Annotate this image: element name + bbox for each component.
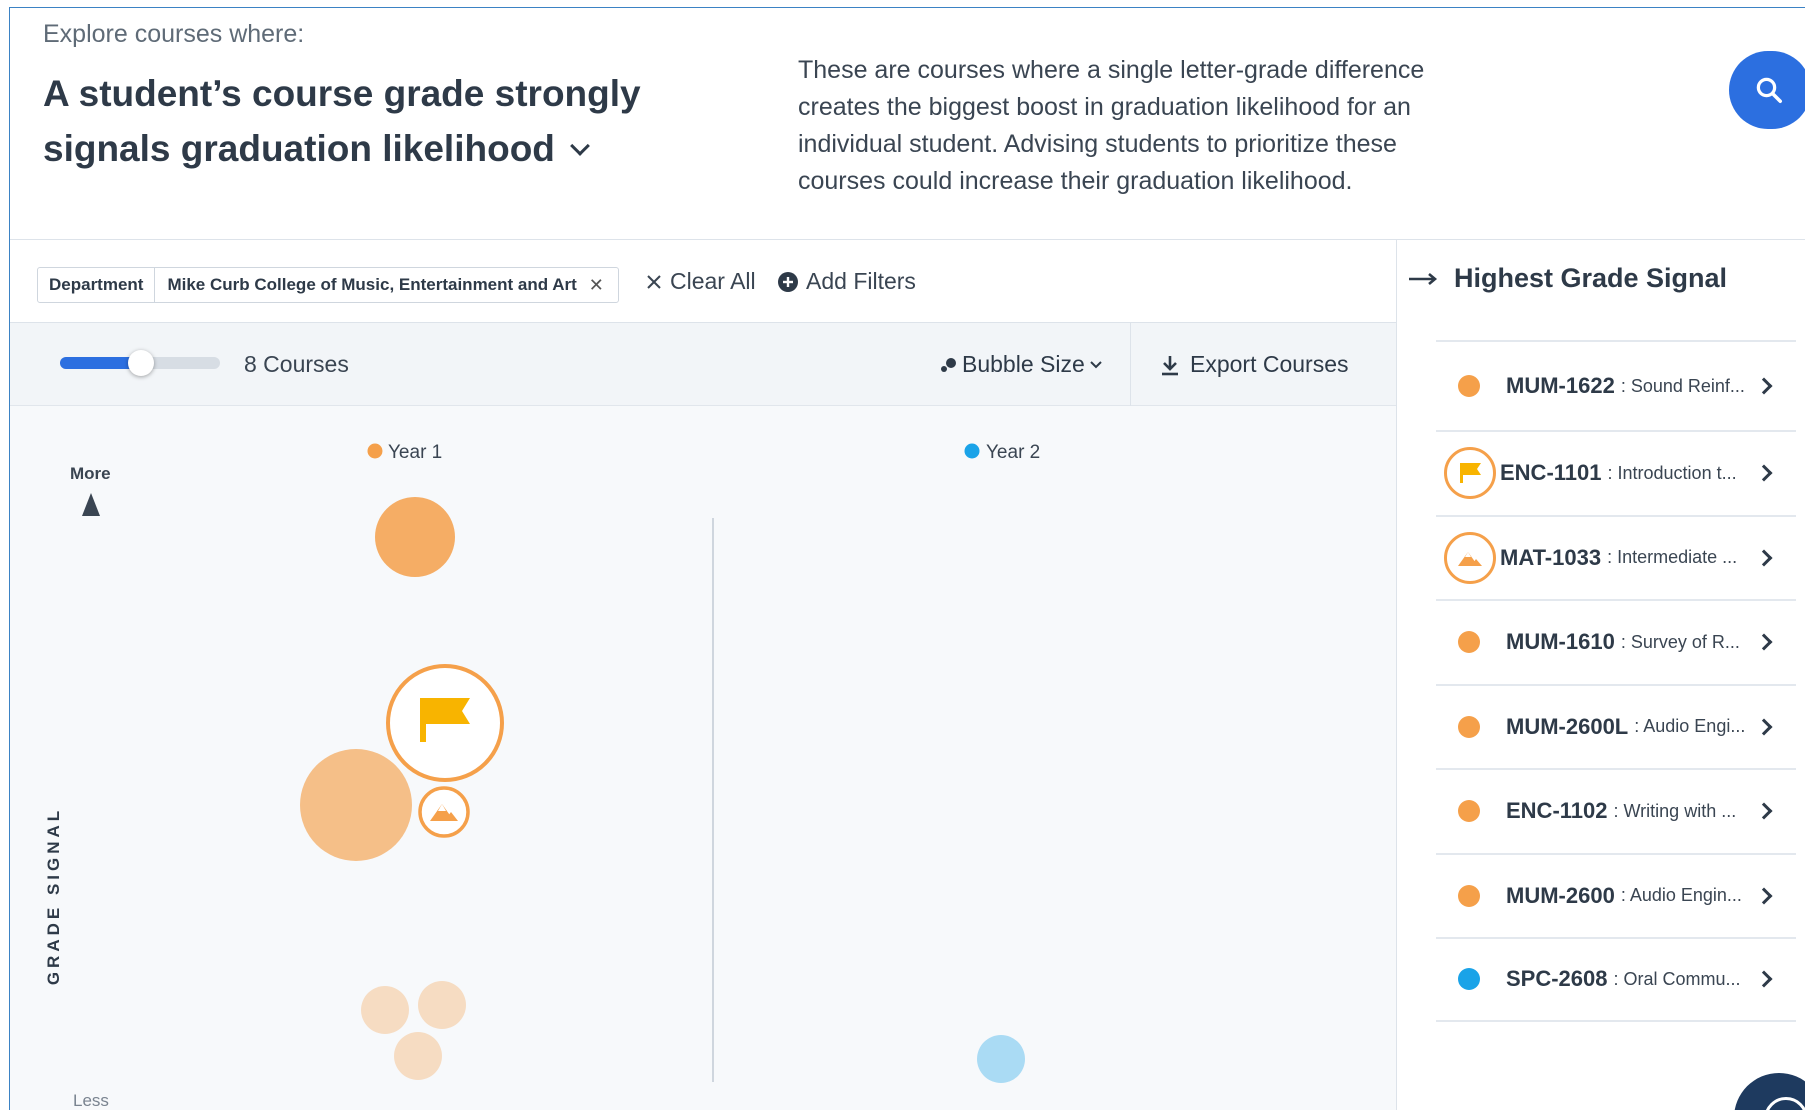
y-axis-bottom-label: Less <box>73 1091 109 1110</box>
course-name: : Introduction t... <box>1607 462 1737 483</box>
bubble-mum-1610[interactable] <box>300 749 412 861</box>
chevron-right-icon <box>1755 549 1773 567</box>
legend-year2-swatch <box>964 443 980 459</box>
course-code: MAT-1033 <box>1500 544 1602 570</box>
toolbar-separator <box>1130 323 1131 406</box>
panel-separator <box>1396 240 1397 1110</box>
course-list-item[interactable]: ENC-1102: Writing with ... <box>1436 768 1796 853</box>
help-icon <box>1764 1097 1805 1110</box>
course-code: ENC-1101 <box>1500 460 1602 486</box>
course-list-item[interactable]: MUM-1610: Survey of R... <box>1436 599 1796 684</box>
flag-icon <box>1444 447 1496 500</box>
add-filters-label: Add Filters <box>806 268 916 294</box>
course-code: MUM-1622 <box>1506 373 1615 398</box>
insight-selector[interactable]: A student’s course grade strongly signal… <box>43 66 703 176</box>
course-list-item[interactable]: MAT-1033: Intermediate ... <box>1436 514 1796 600</box>
course-color-dot <box>1458 968 1480 991</box>
course-name: : Sound Reinf... <box>1620 375 1745 396</box>
course-color-dot <box>1458 884 1480 907</box>
grade-signal-chart: Year 1 Year 2 More GRADE SIGNAL Less <box>44 442 1040 1110</box>
course-code: MUM-2600L <box>1506 713 1629 739</box>
department-filter-chip[interactable]: Department Mike Curb College of Music, E… <box>37 267 619 303</box>
filter-chip-value: Mike Curb College of Music, Entertainmen… <box>167 275 577 294</box>
y-axis-top-label: More <box>70 464 111 483</box>
chevron-right-icon <box>1755 377 1773 395</box>
legend-year1-label: Year 1 <box>388 442 442 463</box>
filter-chip-key: Department <box>38 268 156 302</box>
course-color-dot <box>1458 800 1480 823</box>
arrow-right-icon <box>1409 272 1438 285</box>
course-name: : Audio Engin... <box>1620 885 1742 906</box>
search-icon <box>1756 77 1782 103</box>
chevron-down-icon <box>570 136 590 156</box>
bubble-spc-2608[interactable] <box>977 1035 1025 1083</box>
course-code: MUM-1610 <box>1506 629 1615 655</box>
course-color-dot <box>1458 375 1480 397</box>
panel-header: Highest Grade Signal <box>1408 263 1727 294</box>
chevron-right-icon <box>1755 970 1773 988</box>
search-button[interactable] <box>1729 51 1805 129</box>
course-code: ENC-1102 <box>1506 798 1608 824</box>
clear-all-button[interactable]: Clear All <box>646 268 756 295</box>
add-filters-button[interactable]: Add Filters <box>777 268 916 295</box>
remove-filter-icon[interactable]: ✕ <box>589 275 618 296</box>
chevron-down-icon <box>1090 360 1102 368</box>
download-icon <box>1162 355 1178 375</box>
export-courses-label: Export Courses <box>1190 351 1349 377</box>
bubble-size-label: Bubble Size <box>962 351 1085 377</box>
legend-year2-label: Year 2 <box>986 442 1040 463</box>
y-axis-arrow <box>82 493 100 516</box>
course-count-slider[interactable] <box>60 350 220 376</box>
course-list-item[interactable]: MUM-2600: Audio Engin... <box>1436 852 1796 938</box>
course-list-item[interactable]: MUM-2600L: Audio Engi... <box>1436 683 1796 769</box>
course-color-dot <box>1458 631 1480 654</box>
header-divider <box>10 239 1805 240</box>
export-courses-button[interactable]: Export Courses <box>1160 351 1349 378</box>
panel-title: Highest Grade Signal <box>1454 263 1728 293</box>
bubble-enc-1102[interactable] <box>418 981 466 1029</box>
legend-year1-swatch <box>367 443 383 459</box>
course-name: : Writing with ... <box>1613 800 1737 821</box>
header-description: These are courses where a single letter-… <box>798 56 1425 195</box>
mountain-icon <box>1444 531 1496 584</box>
header-kicker: Explore courses where: <box>43 20 305 48</box>
bubble-mum-2600l[interactable] <box>361 986 409 1034</box>
chevron-right-icon <box>1755 633 1773 651</box>
bubble-size-dropdown[interactable]: Bubble Size <box>940 351 1103 378</box>
bubbles-icon <box>941 357 956 372</box>
bubble-mum-1622[interactable] <box>375 497 455 577</box>
course-name: : Oral Commu... <box>1613 968 1741 989</box>
course-name: : Audio Engi... <box>1634 716 1746 737</box>
course-list-item[interactable]: SPC-2608: Oral Commu... <box>1436 937 1796 1022</box>
chart-toolbar: 8 Courses Bubble Size Export Courses <box>10 323 1396 406</box>
course-code: MUM-2600 <box>1506 882 1615 908</box>
course-list-item[interactable]: MUM-1622: Sound Reinf... <box>1436 340 1796 430</box>
bubble-mum-2600[interactable] <box>394 1032 442 1080</box>
chevron-right-icon <box>1755 887 1773 905</box>
course-name: : Intermediate ... <box>1607 547 1738 568</box>
chevron-right-icon <box>1755 718 1773 736</box>
course-list-item[interactable]: ENC-1101: Introduction t... <box>1436 430 1796 515</box>
course-name: : Survey of R... <box>1620 631 1740 652</box>
plus-circle-icon <box>778 271 798 292</box>
course-count: 8 Courses <box>244 351 349 377</box>
course-list: MUM-1622: Sound Reinf... ENC-1101: Introd… <box>1436 340 1796 1022</box>
clear-all-label: Clear All <box>670 268 756 294</box>
slider-handle[interactable] <box>128 350 154 376</box>
course-code: SPC-2608 <box>1506 966 1608 992</box>
y-axis-title: GRADE SIGNAL <box>44 807 63 985</box>
course-color-dot <box>1458 715 1480 738</box>
page-title: A student’s course grade strongly signal… <box>43 73 641 169</box>
close-icon <box>647 274 661 289</box>
chevron-right-icon <box>1755 802 1773 820</box>
chevron-right-icon <box>1755 464 1773 482</box>
